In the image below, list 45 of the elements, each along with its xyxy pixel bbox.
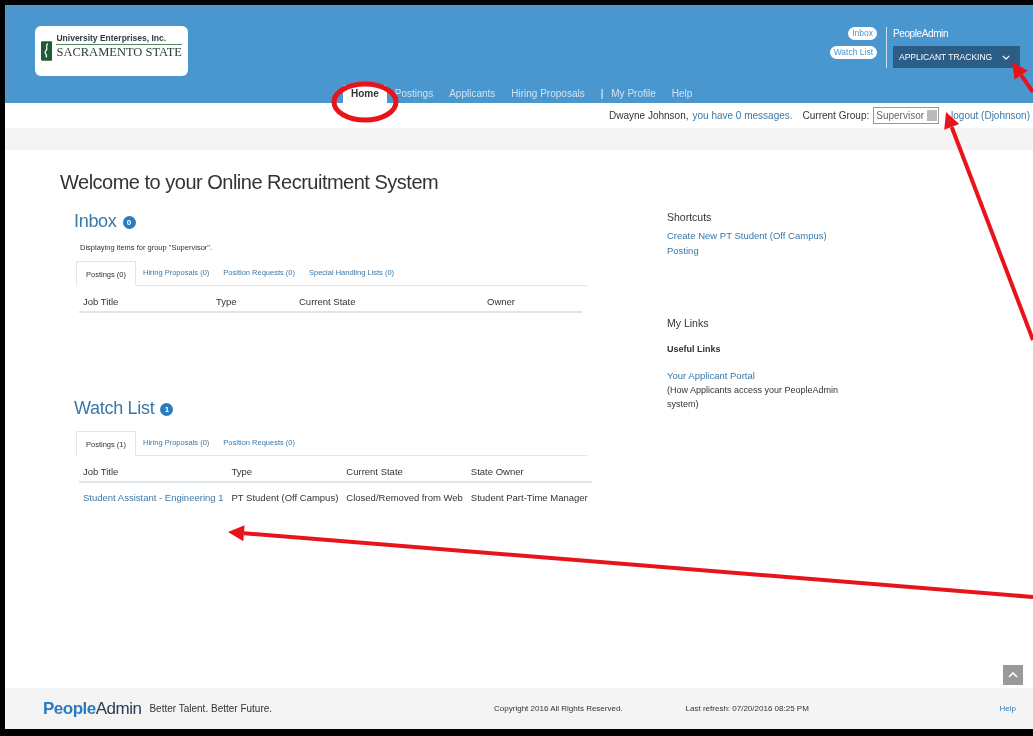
quick-link-button[interactable]: Watch List <box>829 46 877 59</box>
group-select[interactable]: Supervisor <box>873 107 940 124</box>
logout-link[interactable]: logout (Djohnson) <box>951 110 1030 121</box>
page-title: Welcome to your Online Recruitment System <box>60 171 440 194</box>
column-header: Current State <box>342 456 467 482</box>
section-title: Watch List <box>74 398 155 419</box>
messages-link[interactable]: you have 0 messages. <box>692 110 793 121</box>
table-cell: Student Part-Time Manager <box>470 492 588 503</box>
column-header: Type <box>227 456 343 482</box>
brand-tagline: Better Talent. Better Future. <box>149 703 273 714</box>
shortcuts-title: Shortcuts <box>667 211 712 223</box>
table-cell: PT Student (Off Campus) <box>231 492 339 503</box>
count-badge: 0 <box>122 216 136 229</box>
copyright-text: Copyright 2016 All Rights Reserved. <box>494 704 623 713</box>
chevron-up-icon <box>1008 672 1018 678</box>
shortcut-link[interactable]: Create New PT Student (Off Campus) Posting <box>667 228 847 258</box>
last-refresh-text: Last refresh: 07/20/2016 08:25 PM <box>685 704 809 713</box>
brand-logo: PeopleAdmin <box>43 698 142 719</box>
table-cell: Closed/Removed from Web <box>346 492 463 503</box>
chevron-down-icon <box>1002 54 1011 60</box>
count-badge: 1 <box>160 403 174 416</box>
column-header: Type <box>212 286 295 312</box>
module-dropdown[interactable]: APPLICANT TRACKING <box>893 46 1020 68</box>
logo-title: SACRAMENTO STATE <box>56 45 182 60</box>
my-links-title: My Links <box>667 317 709 329</box>
column-header: Current State <box>295 286 483 312</box>
column-header: Owner <box>483 286 582 312</box>
applicant-portal-link[interactable]: Your Applicant Portal <box>667 368 862 383</box>
link-description: (How Applicants access your PeopleAdmin system) <box>667 384 840 411</box>
column-header: Job Title <box>79 456 228 482</box>
user-name: Dwayne Johnson, <box>609 110 689 121</box>
university-logo[interactable]: University Enterprises, Inc. SACRAMENTO STATE <box>35 26 188 76</box>
scroll-to-top-button[interactable] <box>1003 665 1023 685</box>
column-header: Job Title <box>79 286 212 312</box>
column-header: State Owner <box>466 456 592 482</box>
quick-link-button[interactable]: Inbox <box>848 27 877 40</box>
job-title-link[interactable]: Student Assistant - Engineering 1 <box>83 492 224 503</box>
help-link[interactable]: Help <box>999 704 1016 713</box>
product-name: PeopleAdmin <box>893 27 950 41</box>
section-title: Inbox <box>74 211 117 232</box>
useful-links-heading: Useful Links <box>667 344 721 354</box>
group-label: Current Group: <box>802 110 870 121</box>
logo-subtitle: University Enterprises, Inc. <box>56 33 182 45</box>
nav-separator: | <box>599 87 604 101</box>
annotation-arrow <box>1012 62 1033 94</box>
